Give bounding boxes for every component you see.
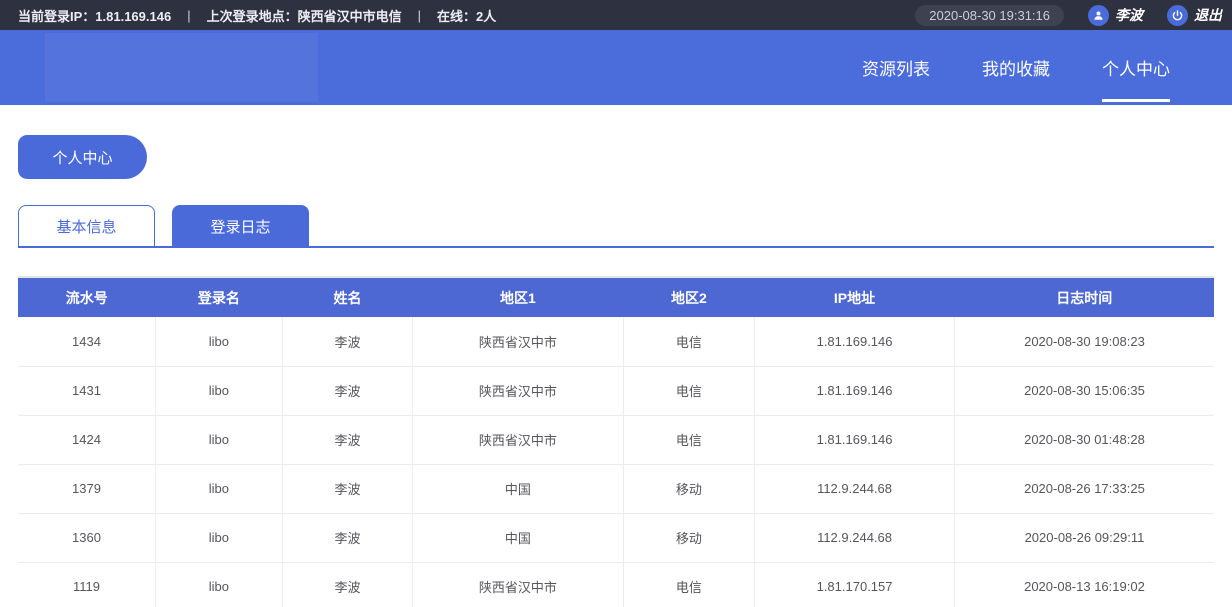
table-cell: 中国 — [413, 464, 623, 513]
column-header: 流水号 — [18, 277, 156, 317]
table-cell: 2020-08-30 01:48:28 — [954, 415, 1214, 464]
column-header: 登录名 — [156, 277, 283, 317]
table-cell: libo — [156, 513, 283, 562]
table-cell: 李波 — [282, 415, 412, 464]
column-header: 姓名 — [282, 277, 412, 317]
table-cell: libo — [156, 415, 283, 464]
current-time-badge: 2020-08-30 19:31:16 — [915, 5, 1064, 26]
user-chip[interactable]: 李波 — [1088, 5, 1143, 26]
column-header: 地区2 — [623, 277, 755, 317]
table-cell: 李波 — [282, 366, 412, 415]
table-cell: 电信 — [623, 317, 755, 366]
table-cell: 李波 — [282, 317, 412, 366]
table-cell: 1.81.170.157 — [755, 562, 955, 607]
table-cell: 陕西省汉中市 — [413, 366, 623, 415]
tab-basic-info[interactable]: 基本信息 — [18, 205, 155, 246]
logout-label: 退出 — [1194, 5, 1222, 25]
separator: | — [187, 8, 190, 23]
table-cell: 移动 — [623, 464, 755, 513]
table-cell: 李波 — [282, 562, 412, 607]
table-cell: 112.9.244.68 — [755, 464, 955, 513]
table-cell: 1119 — [18, 562, 156, 607]
topbar: 当前登录IP：1.81.169.146 | 上次登录地点：陕西省汉中市电信 | … — [0, 0, 1232, 30]
table-cell: 1379 — [18, 464, 156, 513]
table-cell: 电信 — [623, 415, 755, 464]
table-cell: libo — [156, 562, 283, 607]
separator: | — [418, 8, 421, 23]
table-cell: 李波 — [282, 464, 412, 513]
table-cell: 2020-08-30 15:06:35 — [954, 366, 1214, 415]
table-cell: 2020-08-26 17:33:25 — [954, 464, 1214, 513]
tabs-bar: 基本信息 登录日志 — [18, 205, 1214, 248]
table-row: 1431libo李波陕西省汉中市电信1.81.169.1462020-08-30… — [18, 366, 1214, 415]
power-icon — [1167, 5, 1188, 26]
current-ip-label: 当前登录IP：1.81.169.146 — [18, 6, 171, 25]
table-cell: 1360 — [18, 513, 156, 562]
table-row: 1119libo李波陕西省汉中市电信1.81.170.1572020-08-13… — [18, 562, 1214, 607]
nav-item-personal-center[interactable]: 个人中心 — [1102, 30, 1170, 105]
main-header: 资源列表 我的收藏 个人中心 — [0, 30, 1232, 105]
logo-area — [45, 33, 318, 102]
table-cell: 陕西省汉中市 — [413, 317, 623, 366]
column-header: IP地址 — [755, 277, 955, 317]
table-row: 1379libo李波中国移动112.9.244.682020-08-26 17:… — [18, 464, 1214, 513]
table-cell: 1431 — [18, 366, 156, 415]
content-area: 个人中心 基本信息 登录日志 流水号登录名姓名地区1地区2IP地址日志时间 14… — [0, 135, 1232, 607]
table-cell: 电信 — [623, 366, 755, 415]
online-count-label: 在线：2人 — [437, 6, 496, 25]
column-header: 地区1 — [413, 277, 623, 317]
table-cell: 中国 — [413, 513, 623, 562]
topbar-right: 2020-08-30 19:31:16 李波 退出 — [915, 5, 1222, 26]
table-row: 1434libo李波陕西省汉中市电信1.81.169.1462020-08-30… — [18, 317, 1214, 366]
table-cell: 陕西省汉中市 — [413, 562, 623, 607]
table-body: 1434libo李波陕西省汉中市电信1.81.169.1462020-08-30… — [18, 317, 1214, 607]
user-icon — [1088, 5, 1109, 26]
table-cell: 陕西省汉中市 — [413, 415, 623, 464]
topbar-status: 当前登录IP：1.81.169.146 | 上次登录地点：陕西省汉中市电信 | … — [18, 6, 496, 25]
username-label: 李波 — [1115, 5, 1143, 25]
table-cell: libo — [156, 366, 283, 415]
table-row: 1424libo李波陕西省汉中市电信1.81.169.1462020-08-30… — [18, 415, 1214, 464]
table-cell: 1.81.169.146 — [755, 317, 955, 366]
table-cell: 2020-08-26 09:29:11 — [954, 513, 1214, 562]
last-login-location-label: 上次登录地点：陕西省汉中市电信 — [207, 6, 402, 25]
table-cell: 1.81.169.146 — [755, 366, 955, 415]
table-cell: libo — [156, 317, 283, 366]
page-title: 个人中心 — [18, 135, 147, 179]
table-cell: 2020-08-13 16:19:02 — [954, 562, 1214, 607]
table-cell: libo — [156, 464, 283, 513]
main-nav: 资源列表 我的收藏 个人中心 — [862, 30, 1232, 105]
login-log-table: 流水号登录名姓名地区1地区2IP地址日志时间 1434libo李波陕西省汉中市电… — [18, 276, 1214, 607]
table-header-row: 流水号登录名姓名地区1地区2IP地址日志时间 — [18, 277, 1214, 317]
table-cell: 1434 — [18, 317, 156, 366]
logout-button[interactable]: 退出 — [1167, 5, 1222, 26]
table-cell: 移动 — [623, 513, 755, 562]
table-row: 1360libo李波中国移动112.9.244.682020-08-26 09:… — [18, 513, 1214, 562]
column-header: 日志时间 — [954, 277, 1214, 317]
nav-item-my-favorites[interactable]: 我的收藏 — [982, 30, 1050, 105]
table-cell: 112.9.244.68 — [755, 513, 955, 562]
nav-item-resource-list[interactable]: 资源列表 — [862, 30, 930, 105]
table-cell: 1424 — [18, 415, 156, 464]
table-cell: 李波 — [282, 513, 412, 562]
table-cell: 电信 — [623, 562, 755, 607]
table-cell: 1.81.169.146 — [755, 415, 955, 464]
tab-login-log[interactable]: 登录日志 — [172, 205, 309, 246]
table-cell: 2020-08-30 19:08:23 — [954, 317, 1214, 366]
